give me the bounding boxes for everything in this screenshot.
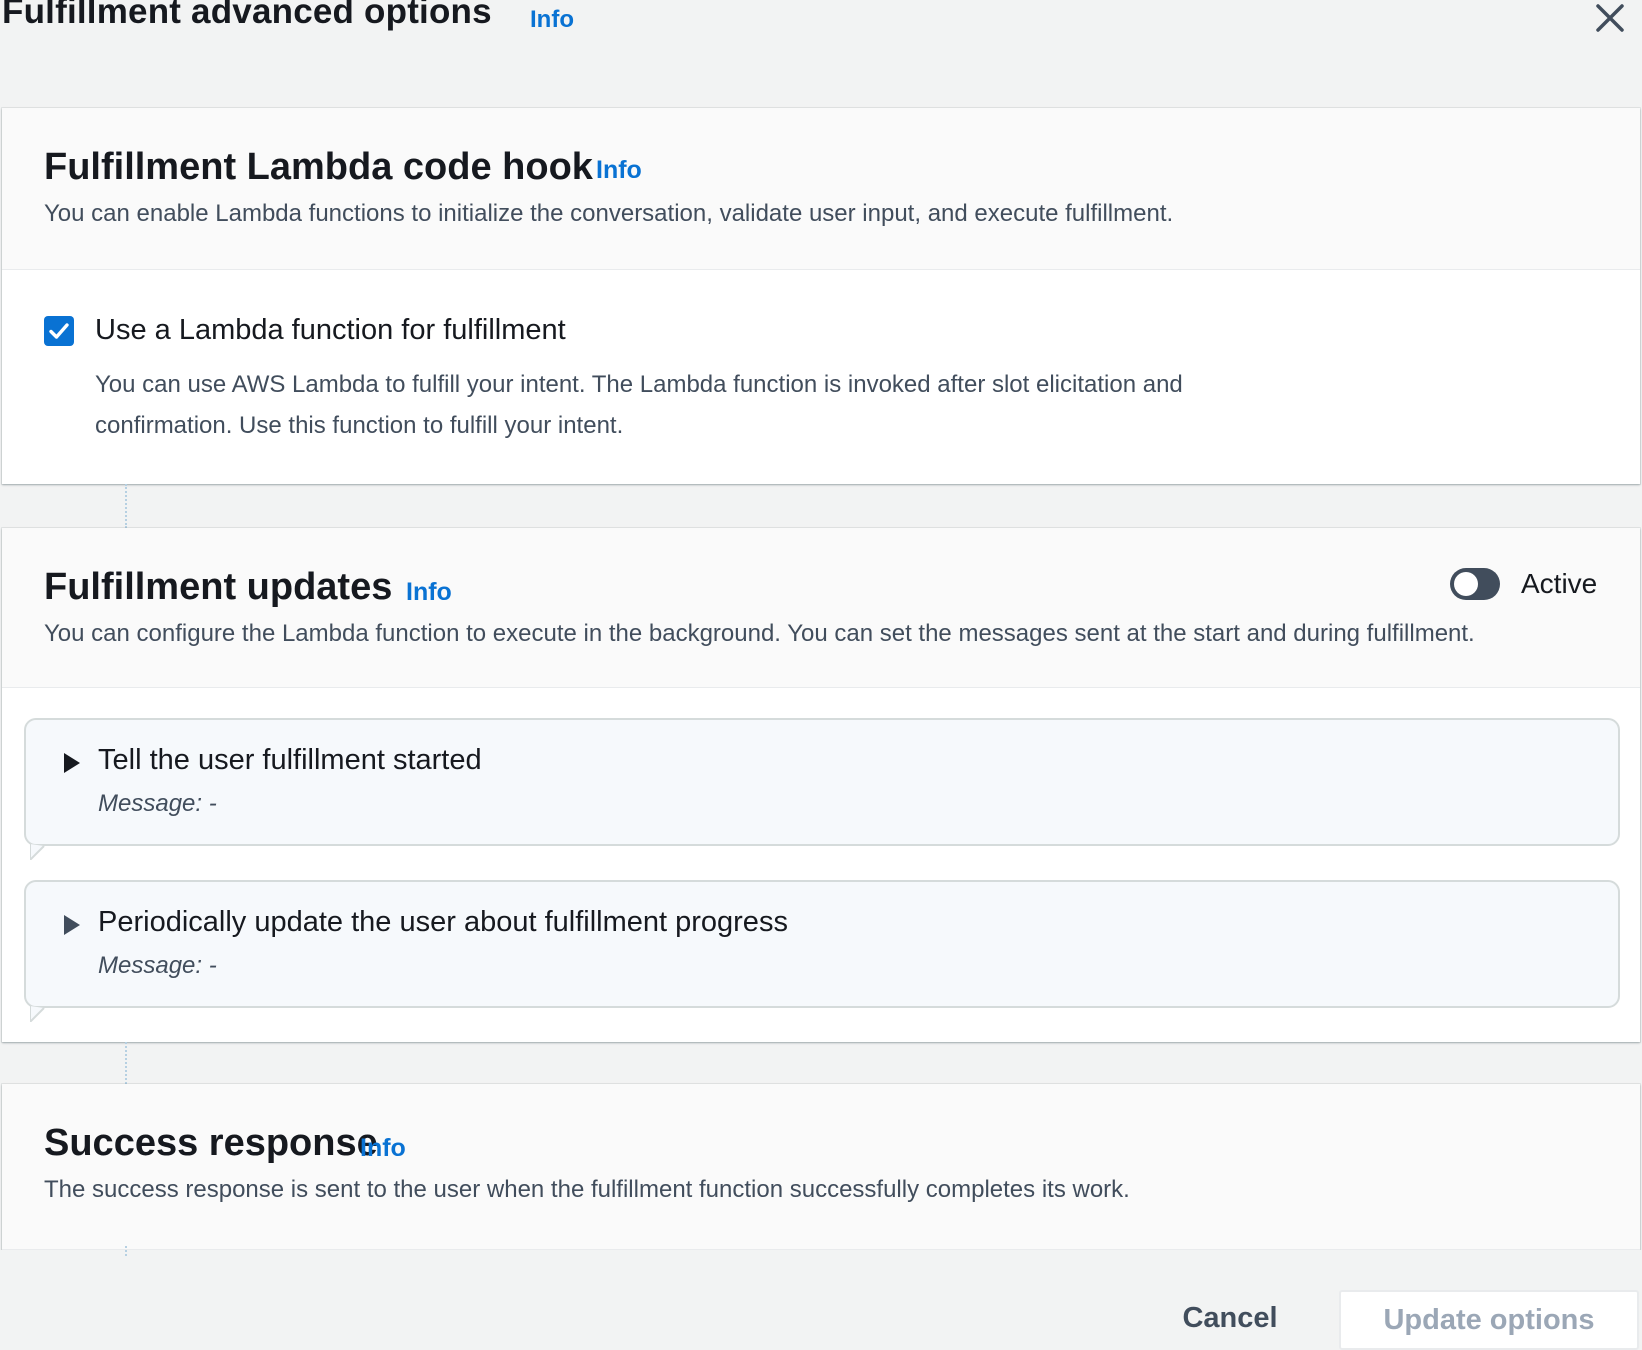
success-response-info-link[interactable]: Info bbox=[360, 1134, 406, 1163]
fulfillment-updates-description: You can configure the Lambda function to… bbox=[44, 620, 1475, 647]
lambda-code-hook-info-link[interactable]: Info bbox=[596, 156, 642, 185]
success-response-panel: Success response Info The success respon… bbox=[2, 1084, 1640, 1254]
use-lambda-label[interactable]: Use a Lambda function for fulfillment bbox=[95, 314, 566, 347]
message-subtitle: Message: - bbox=[98, 790, 217, 817]
flow-connector bbox=[125, 484, 127, 528]
flow-connector bbox=[125, 1042, 127, 1084]
success-response-title: Success response bbox=[44, 1122, 378, 1164]
close-icon[interactable] bbox=[1592, 0, 1628, 36]
modal-header: Fulfillment advanced options Info bbox=[0, 0, 1642, 60]
caret-right-icon bbox=[64, 753, 80, 773]
cancel-button[interactable]: Cancel bbox=[1170, 1293, 1290, 1343]
message-box-periodic-update: Periodically update the user about fulfi… bbox=[24, 880, 1620, 1022]
success-response-header: Success response Info The success respon… bbox=[2, 1084, 1640, 1250]
lambda-code-hook-title: Fulfillment Lambda code hook bbox=[44, 146, 593, 188]
message-title: Tell the user fulfillment started bbox=[98, 744, 482, 776]
caret-right-icon bbox=[64, 915, 80, 935]
success-response-description: The success response is sent to the user… bbox=[44, 1176, 1130, 1203]
fulfillment-updates-panel: Fulfillment updates Info Active You can … bbox=[2, 528, 1640, 1042]
checkmark-icon bbox=[49, 323, 69, 339]
active-toggle[interactable] bbox=[1450, 568, 1500, 600]
use-lambda-description: You can use AWS Lambda to fulfill your i… bbox=[95, 371, 1183, 439]
use-lambda-checkbox[interactable] bbox=[44, 316, 74, 346]
fulfillment-updates-header: Fulfillment updates Info Active You can … bbox=[2, 528, 1640, 688]
lambda-code-hook-header: Fulfillment Lambda code hook Info You ca… bbox=[2, 108, 1640, 270]
flow-connector bbox=[125, 1246, 127, 1256]
lambda-code-hook-description: You can enable Lambda functions to initi… bbox=[44, 200, 1174, 227]
toggle-knob bbox=[1454, 572, 1478, 596]
message-title: Periodically update the user about fulfi… bbox=[98, 906, 788, 938]
fulfillment-updates-title: Fulfillment updates bbox=[44, 566, 393, 608]
message-subtitle: Message: - bbox=[98, 952, 217, 979]
message-box-fulfillment-started: Tell the user fulfillment started Messag… bbox=[24, 718, 1620, 860]
modal-title: Fulfillment advanced options bbox=[2, 0, 492, 31]
modal-title-info-link[interactable]: Info bbox=[530, 6, 574, 34]
update-options-button[interactable]: Update options bbox=[1339, 1290, 1639, 1350]
fulfillment-updates-info-link[interactable]: Info bbox=[406, 578, 452, 607]
fulfillment-advanced-options-modal: Fulfillment advanced options Info Fulfil… bbox=[0, 0, 1642, 1350]
speech-bubble-tail bbox=[30, 844, 45, 860]
lambda-code-hook-panel: Fulfillment Lambda code hook Info You ca… bbox=[2, 108, 1640, 484]
speech-bubble-tail bbox=[30, 1006, 45, 1022]
active-toggle-label: Active bbox=[1521, 568, 1598, 599]
